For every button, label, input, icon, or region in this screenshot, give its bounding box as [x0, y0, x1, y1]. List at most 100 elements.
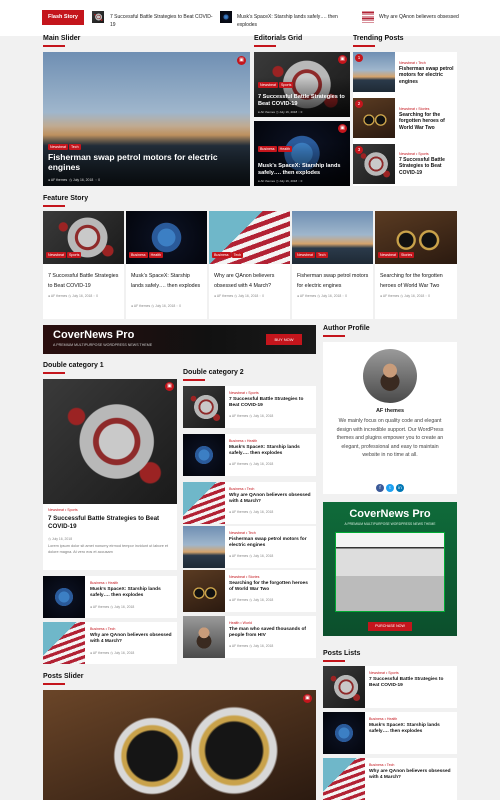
- feature-card-5[interactable]: Newsbeat Stories Searching for the forgot…: [375, 211, 457, 319]
- feature-title[interactable]: Fisherman swap petrol motors for electri…: [297, 271, 369, 291]
- trending-thumb-1[interactable]: 1: [353, 52, 395, 92]
- category-link[interactable]: Newsbeat: [229, 391, 245, 395]
- double2-list-item-3[interactable]: Business • Tech Why are QAnon believers …: [183, 482, 316, 524]
- category-link[interactable]: Newsbeat: [48, 508, 64, 512]
- category-link[interactable]: Tech: [387, 763, 395, 767]
- trending-title[interactable]: 7 Successful Battle Strategies to Beat C…: [399, 157, 457, 176]
- list-title[interactable]: 7 Successful Battle Strategies to Beat C…: [369, 677, 453, 689]
- category-link[interactable]: Sports: [67, 508, 77, 512]
- ad-banner[interactable]: CoverNews Pro A PREMIUM MULTIPURPOSE WOR…: [43, 325, 316, 354]
- list-title[interactable]: Musk’s SpaceX: Starship lands safely…. t…: [229, 445, 312, 457]
- feature-title[interactable]: Searching for the forgotten heroes of Wo…: [380, 271, 453, 291]
- category-tag[interactable]: Newsbeat: [258, 82, 278, 88]
- posts-list-item-1[interactable]: Newsbeat • Sports 7 Successful Battle St…: [323, 666, 457, 708]
- category-tag[interactable]: Tech: [315, 252, 328, 258]
- category-link[interactable]: Newsbeat: [229, 531, 245, 535]
- twitter-icon[interactable]: t: [386, 484, 394, 492]
- list-title[interactable]: The man who saved thousands of people fr…: [229, 627, 312, 639]
- author-name[interactable]: AF themes: [51, 178, 67, 182]
- ticker-item-3[interactable]: Why are QAnon believers obsessed: [379, 13, 479, 21]
- feature-card-4[interactable]: Newsbeat Tech Fisherman swap petrol motor…: [292, 211, 373, 319]
- category-link[interactable]: Newsbeat: [399, 107, 415, 111]
- category-tag[interactable]: Business: [212, 252, 231, 258]
- category-link[interactable]: Newsbeat: [399, 152, 415, 156]
- feature-card-3[interactable]: Business Tech Why are QAnon believers obs…: [209, 211, 290, 319]
- feature-title[interactable]: 7 Successful Battle Strategies to Beat C…: [48, 271, 120, 291]
- main-slider-image[interactable]: ▣ Newsbeat Tech Fisherman swap petrol mot…: [43, 52, 250, 186]
- category-link[interactable]: World: [243, 621, 252, 625]
- list-title[interactable]: Fisherman swap petrol motors for electri…: [229, 537, 312, 549]
- trending-thumb-3[interactable]: 3: [353, 144, 395, 184]
- feature-title[interactable]: Musk’s SpaceX: Starship lands safely…. t…: [131, 271, 203, 291]
- editorial-title[interactable]: 7 Successful Battle Strategies to Beat C…: [258, 94, 346, 108]
- buy-now-button[interactable]: BUY NOW: [266, 334, 302, 345]
- category-tag[interactable]: Health: [148, 252, 163, 258]
- category-link[interactable]: Sports: [248, 391, 258, 395]
- double1-main-card[interactable]: ▣ Newsbeat • Sports 7 Successful Battle …: [43, 379, 177, 570]
- category-link[interactable]: Business: [369, 717, 384, 721]
- author-avatar[interactable]: [363, 349, 417, 403]
- category-tag[interactable]: Tech: [231, 252, 244, 258]
- facebook-icon[interactable]: f: [376, 484, 384, 492]
- double2-list-item-6[interactable]: Health • World The man who saved thousan…: [183, 616, 316, 658]
- category-link[interactable]: Tech: [247, 487, 255, 491]
- category-link[interactable]: Tech: [248, 531, 256, 535]
- category-tag[interactable]: Newsbeat: [378, 252, 398, 258]
- category-tag[interactable]: Newsbeat: [295, 252, 315, 258]
- list-title[interactable]: Why are QAnon believers obsessed with 4 …: [229, 493, 312, 505]
- list-title[interactable]: Musk’s SpaceX: Starship lands safely…. t…: [90, 587, 173, 599]
- linkedin-icon[interactable]: in: [396, 484, 404, 492]
- category-tag[interactable]: Newsbeat: [46, 252, 66, 258]
- category-link[interactable]: Business: [90, 627, 105, 631]
- list-title[interactable]: Why are QAnon believers obsessed with 4 …: [90, 633, 173, 645]
- category-link[interactable]: Newsbeat: [229, 575, 245, 579]
- double1-list-item-1[interactable]: Business • Health Musk’s SpaceX: Starshi…: [43, 576, 177, 618]
- category-link[interactable]: Health: [108, 581, 118, 585]
- double2-list-item-5[interactable]: Newsbeat • Stories Searching for the for…: [183, 570, 316, 612]
- category-link[interactable]: Business: [369, 763, 384, 767]
- trending-title[interactable]: Fisherman swap petrol motors for electri…: [399, 66, 457, 85]
- double2-list-item-4[interactable]: Newsbeat • Tech Fisherman swap petrol mo…: [183, 526, 316, 568]
- category-link[interactable]: Business: [229, 487, 244, 491]
- category-tag[interactable]: Sports: [278, 82, 294, 88]
- category-tag[interactable]: Newsbeat: [48, 144, 68, 150]
- category-link[interactable]: Newsbeat: [369, 671, 385, 675]
- side-ad-banner[interactable]: CoverNews Pro A PREMIUM MULTIPURPOSE WOR…: [323, 502, 457, 636]
- double2-list-item-2[interactable]: Business • Health Musk’s SpaceX: Starshi…: [183, 434, 316, 476]
- feature-card-1[interactable]: Newsbeat Sports 7 Successful Battle Strat…: [43, 211, 124, 319]
- category-link[interactable]: Health: [387, 717, 397, 721]
- posts-list-item-3[interactable]: Business • Tech Why are QAnon believers …: [323, 758, 457, 800]
- trending-thumb-2[interactable]: 2: [353, 98, 395, 138]
- list-title[interactable]: Searching for the forgotten heroes of Wo…: [229, 581, 312, 593]
- purchase-now-button[interactable]: PURCHASE NOW: [368, 622, 412, 631]
- category-link[interactable]: Sports: [388, 671, 398, 675]
- ticker-item-1[interactable]: 7 Successful Battle Strategies to Beat C…: [110, 13, 215, 29]
- editorial-card-2[interactable]: ▣ Business Health Musk’s SpaceX: Starship…: [254, 121, 350, 186]
- double1-list-item-2[interactable]: Business • Tech Why are QAnon believers …: [43, 622, 177, 664]
- feature-title[interactable]: Why are QAnon believers obsessed with 4 …: [214, 271, 286, 291]
- category-tag[interactable]: Sports: [66, 252, 82, 258]
- category-tag[interactable]: Business: [258, 146, 277, 152]
- category-link[interactable]: Stories: [248, 575, 259, 579]
- trending-title[interactable]: Searching for the forgotten heroes of Wo…: [399, 112, 457, 131]
- category-link[interactable]: Tech: [418, 61, 426, 65]
- list-title[interactable]: Why are QAnon believers obsessed with 4 …: [369, 769, 453, 781]
- category-link[interactable]: Stories: [418, 107, 429, 111]
- category-tag[interactable]: Business: [129, 252, 148, 258]
- editorial-card-1[interactable]: ▣ Newsbeat Sports 7 Successful Battle Str…: [254, 52, 350, 117]
- double2-list-item-1[interactable]: Newsbeat • Sports 7 Successful Battle St…: [183, 386, 316, 428]
- category-link[interactable]: Newsbeat: [399, 61, 415, 65]
- category-link[interactable]: Health: [247, 439, 257, 443]
- author-name[interactable]: AF themes: [323, 408, 457, 414]
- category-link[interactable]: Health: [229, 621, 239, 625]
- ticker-item-2[interactable]: Musk’s SpaceX: Starship lands safely…. t…: [237, 13, 357, 29]
- category-link[interactable]: Sports: [418, 152, 428, 156]
- category-tag[interactable]: Tech: [68, 144, 81, 150]
- category-link[interactable]: Business: [90, 581, 105, 585]
- posts-slider-image[interactable]: ▣: [43, 690, 316, 800]
- category-link[interactable]: Business: [229, 439, 244, 443]
- category-tag[interactable]: Health: [277, 146, 292, 152]
- feature-card-2[interactable]: Business Health Musk’s SpaceX: Starship l…: [126, 211, 207, 319]
- main-slider-title[interactable]: Fisherman swap petrol motors for electri…: [48, 152, 240, 173]
- list-title[interactable]: Musk’s SpaceX: Starship lands safely…. t…: [369, 723, 453, 735]
